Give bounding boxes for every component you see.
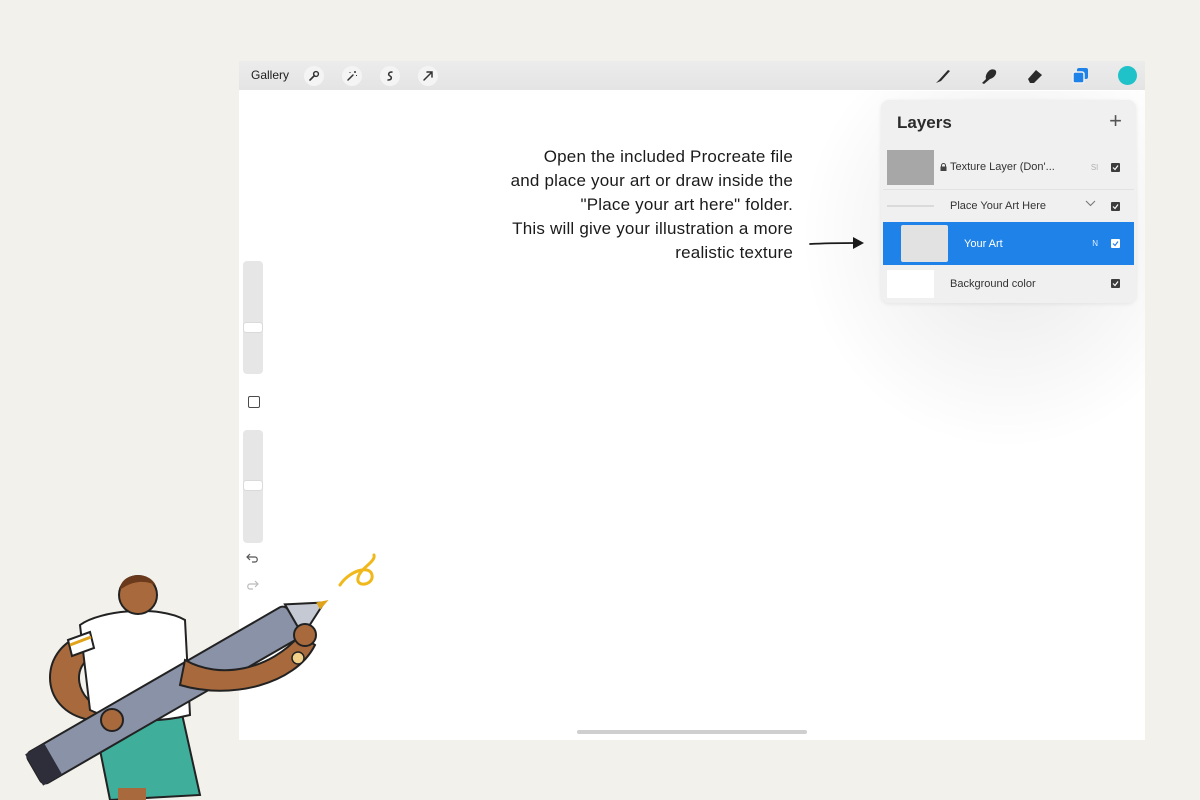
layer-group-place-art[interactable]: Place Your Art Here [883,191,1134,221]
layers-button[interactable] [1069,64,1093,88]
magic-wand-icon [347,71,357,81]
add-layer-button[interactable]: + [1109,110,1122,132]
layer-row-background[interactable]: Background color [883,268,1134,300]
checkmark-icon [1112,165,1119,171]
instruction-line: and place your art or draw inside the [510,171,793,190]
color-picker-swatch[interactable] [1118,66,1137,85]
layer-name: Background color [950,278,1036,290]
layer-thumbnail [887,150,934,185]
eraser-button[interactable] [1023,64,1047,88]
lock-icon [940,163,947,171]
layers-title: Layers [897,113,952,132]
background-color-swatch[interactable] [887,270,934,298]
selection-button[interactable] [380,66,400,86]
actions-button[interactable] [304,66,324,86]
checkmark-icon [1112,241,1119,247]
divider [883,189,1134,190]
layer-name: Your Art [964,238,1003,250]
brush-size-handle[interactable] [244,323,262,332]
layers-icon [1072,68,1088,84]
brush-button[interactable] [931,64,955,88]
checkmark-icon [1112,281,1119,287]
modify-button[interactable] [248,396,260,408]
opacity-handle[interactable] [244,481,262,490]
eraser-icon [1028,70,1042,83]
chevron-down-icon[interactable] [1085,200,1096,207]
brush-size-slider[interactable] [243,261,263,374]
layers-panel: Layers + Texture Layer (Don'... Sl Place… [881,100,1136,303]
layer-name: Texture Layer (Don'... [950,161,1055,173]
smudge-icon [982,69,997,84]
gallery-button[interactable]: Gallery [251,68,289,82]
home-indicator [577,730,807,734]
brush-icon [936,70,950,83]
selection-icon [387,71,393,81]
group-indicator [887,205,934,207]
wrench-icon [309,70,320,81]
layer-row-texture[interactable]: Texture Layer (Don'... Sl [883,148,1134,188]
smudge-button[interactable] [977,64,1001,88]
instruction-line: "Place your art here" folder. [580,195,793,214]
adjustments-button[interactable] [342,66,362,86]
layer-visibility-checkbox[interactable] [1111,279,1120,288]
layer-row-your-art[interactable]: Your Art N [883,222,1134,265]
transform-icon [423,71,433,81]
blend-mode-label[interactable]: N [1092,239,1098,248]
layer-visibility-checkbox[interactable] [1111,202,1120,211]
layer-thumbnail [901,225,948,262]
blend-mode-label[interactable]: Sl [1091,163,1098,172]
instruction-line: realistic texture [675,243,793,262]
instruction-line: This will give your illustration a more [512,219,793,238]
top-toolbar: Gallery [239,61,1145,90]
group-name: Place Your Art Here [950,200,1047,212]
layer-visibility-checkbox[interactable] [1111,163,1120,172]
instruction-line: Open the included Procreate file [543,147,793,166]
transform-button[interactable] [418,66,438,86]
opacity-slider[interactable] [243,430,263,543]
layer-visibility-checkbox[interactable] [1111,239,1120,248]
person-holding-pencil-illustration [25,553,376,800]
checkmark-icon [1112,204,1119,210]
instruction-text: Open the included Procreate file and pla… [433,145,793,265]
